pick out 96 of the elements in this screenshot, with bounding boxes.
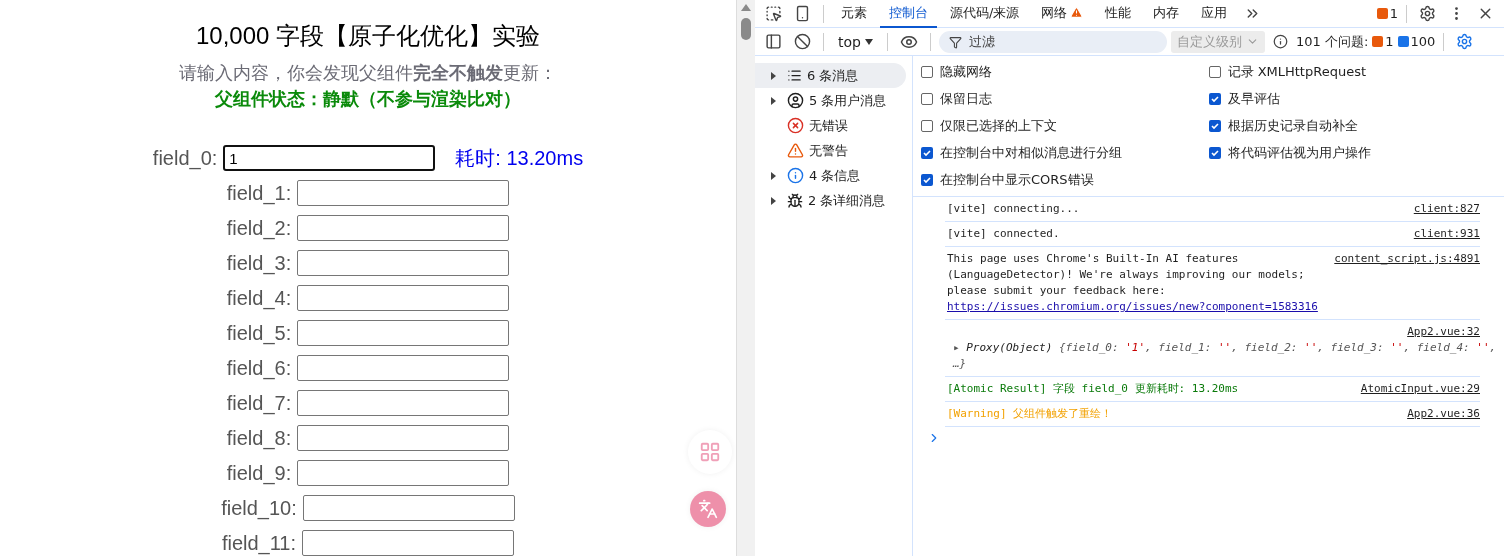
- source-link[interactable]: content_script.js:4891: [1334, 251, 1480, 315]
- setting-label: 在控制台中对相似消息进行分组: [940, 143, 1122, 162]
- setting-label: 及早评估: [1227, 89, 1280, 108]
- field-label: field_8:: [226, 426, 292, 450]
- field-label: field_11:: [221, 531, 297, 555]
- checkbox[interactable]: [921, 173, 933, 186]
- list-icon: [787, 68, 802, 83]
- input-field[interactable]: [302, 495, 515, 521]
- checkbox[interactable]: [1208, 92, 1221, 105]
- setting-label: 记录 XMLHttpRequest: [1227, 62, 1367, 81]
- setting-label: 仅限已选择的上下文: [940, 116, 1057, 135]
- status-text: 父组件状态：静默（不参与渲染比对）: [215, 88, 521, 111]
- devtools-tab[interactable]: 网络: [1032, 0, 1093, 28]
- inspect-icon[interactable]: [765, 5, 782, 22]
- console-message: [vite] connected.: [947, 226, 1061, 242]
- setting-label: 隐藏网络: [940, 62, 992, 81]
- filter-icon: [948, 35, 962, 49]
- sidebar-item[interactable]: 5 条用户消息: [755, 88, 906, 113]
- input-field[interactable]: 1: [223, 145, 436, 171]
- error-icon: [787, 117, 804, 134]
- user-icon: [787, 92, 804, 109]
- source-link[interactable]: App2.vue:32: [1407, 325, 1480, 338]
- page-title: 10,000 字段【原子化优化】实验: [195, 21, 541, 51]
- devtools-tab[interactable]: 内存: [1144, 0, 1189, 28]
- translate-icon: [698, 499, 718, 519]
- devtools-tab[interactable]: 源代码/来源: [941, 0, 1029, 28]
- source-link[interactable]: AtomicInput.vue:29: [1360, 381, 1480, 397]
- sidebar-item[interactable]: 6 条消息: [755, 63, 906, 88]
- checkbox[interactable]: [921, 119, 933, 132]
- input-field[interactable]: [297, 180, 510, 206]
- input-field[interactable]: [302, 530, 515, 556]
- devtools-tab[interactable]: 性能: [1096, 0, 1141, 28]
- field-label: field_2:: [226, 216, 292, 240]
- object-preview[interactable]: ▸ Proxy(Object) {field_0: '1', field_1: '', field_2: '', field_3: '', field_4: '', …}: [945, 340, 1498, 372]
- field-label: field_10:: [221, 496, 297, 520]
- warning-icon: [1070, 6, 1084, 19]
- sidebar-toggle-icon[interactable]: [765, 33, 782, 50]
- input-field[interactable]: [297, 390, 510, 416]
- warning-icon: [787, 142, 804, 159]
- field-label: field_0:: [152, 146, 218, 170]
- checkbox[interactable]: [921, 92, 933, 105]
- sidebar-item[interactable]: 无错误: [755, 113, 906, 138]
- console-message: This page uses Chrome's Built-In AI features (LanguageDetector)! We're always improving our models; please submit your feedback here: https://issues.chromium.org/issues/new?component=1583316: [947, 251, 1319, 315]
- input-field[interactable]: [297, 250, 510, 276]
- setting-label: 在控制台中显示CORS错误: [940, 170, 1094, 189]
- issues-label: 101 个问题:: [1295, 32, 1369, 51]
- settings-icon[interactable]: [1456, 33, 1474, 50]
- setting-label: 根据历史记录自动补全: [1227, 116, 1358, 135]
- field-label: field_7:: [226, 391, 292, 415]
- sidebar-item[interactable]: 4 条信息: [755, 163, 906, 188]
- error-count[interactable]: 1: [1372, 34, 1394, 49]
- input-field[interactable]: [297, 355, 510, 381]
- field-label: field_6:: [226, 356, 292, 380]
- devtools-tab[interactable]: 控制台: [880, 0, 937, 28]
- devtools-tab[interactable]: 应用: [1192, 0, 1237, 28]
- grid-icon: [699, 441, 721, 463]
- sidebar-item[interactable]: 无警告: [755, 138, 906, 163]
- timing-text: 耗时: 13.20ms: [455, 145, 584, 171]
- input-field[interactable]: [297, 215, 510, 241]
- info-icon[interactable]: [1272, 34, 1288, 49]
- source-link[interactable]: App2.vue:36: [1407, 406, 1480, 422]
- checkbox[interactable]: [1208, 146, 1221, 159]
- context-dropdown[interactable]: top: [832, 32, 879, 51]
- source-link[interactable]: client:827: [1413, 201, 1480, 217]
- checkbox[interactable]: [921, 65, 933, 78]
- console-message: [Atomic Result] 字段 field_0 更新耗时: 13.20ms: [947, 381, 1240, 397]
- console-message: [Warning] 父组件触发了重绘！: [947, 406, 1114, 422]
- subtitle: 请输入内容，你会发现父组件完全不触发更新：: [179, 62, 557, 85]
- input-field[interactable]: [297, 320, 510, 346]
- field-label: field_1:: [226, 181, 292, 205]
- sidebar-item[interactable]: 2 条详细消息: [755, 188, 906, 213]
- console-message: [vite] connecting...: [947, 201, 1081, 217]
- field-label: field_3:: [226, 251, 292, 275]
- input-field[interactable]: [297, 460, 510, 486]
- setting-label: 保留日志: [940, 89, 992, 108]
- clear-icon[interactable]: [794, 33, 811, 50]
- checkbox[interactable]: [921, 146, 933, 159]
- input-field[interactable]: [297, 425, 510, 451]
- devtools-tab[interactable]: 元素: [832, 0, 876, 28]
- checkbox[interactable]: [1208, 119, 1221, 132]
- field-label: field_5:: [226, 321, 292, 345]
- setting-label: 将代码评估视为用户操作: [1227, 143, 1371, 162]
- issues-badge[interactable]: 1: [1376, 6, 1398, 21]
- filter-field[interactable]: 过滤: [938, 30, 1167, 53]
- field-label: field_9:: [226, 461, 292, 485]
- input-field[interactable]: [297, 285, 510, 311]
- scrollbar[interactable]: [736, 0, 755, 556]
- info-icon: [787, 167, 804, 184]
- info-count[interactable]: 100: [1397, 34, 1436, 49]
- checkbox[interactable]: [1208, 65, 1221, 78]
- bug-icon: [787, 192, 803, 209]
- url-link[interactable]: https://issues.chromium.org/issues/new?component=1583316: [947, 300, 1318, 313]
- field-label: field_4:: [226, 286, 292, 310]
- settings-icon[interactable]: [1419, 5, 1436, 22]
- device-icon[interactable]: [794, 5, 811, 22]
- source-link[interactable]: client:931: [1413, 226, 1480, 242]
